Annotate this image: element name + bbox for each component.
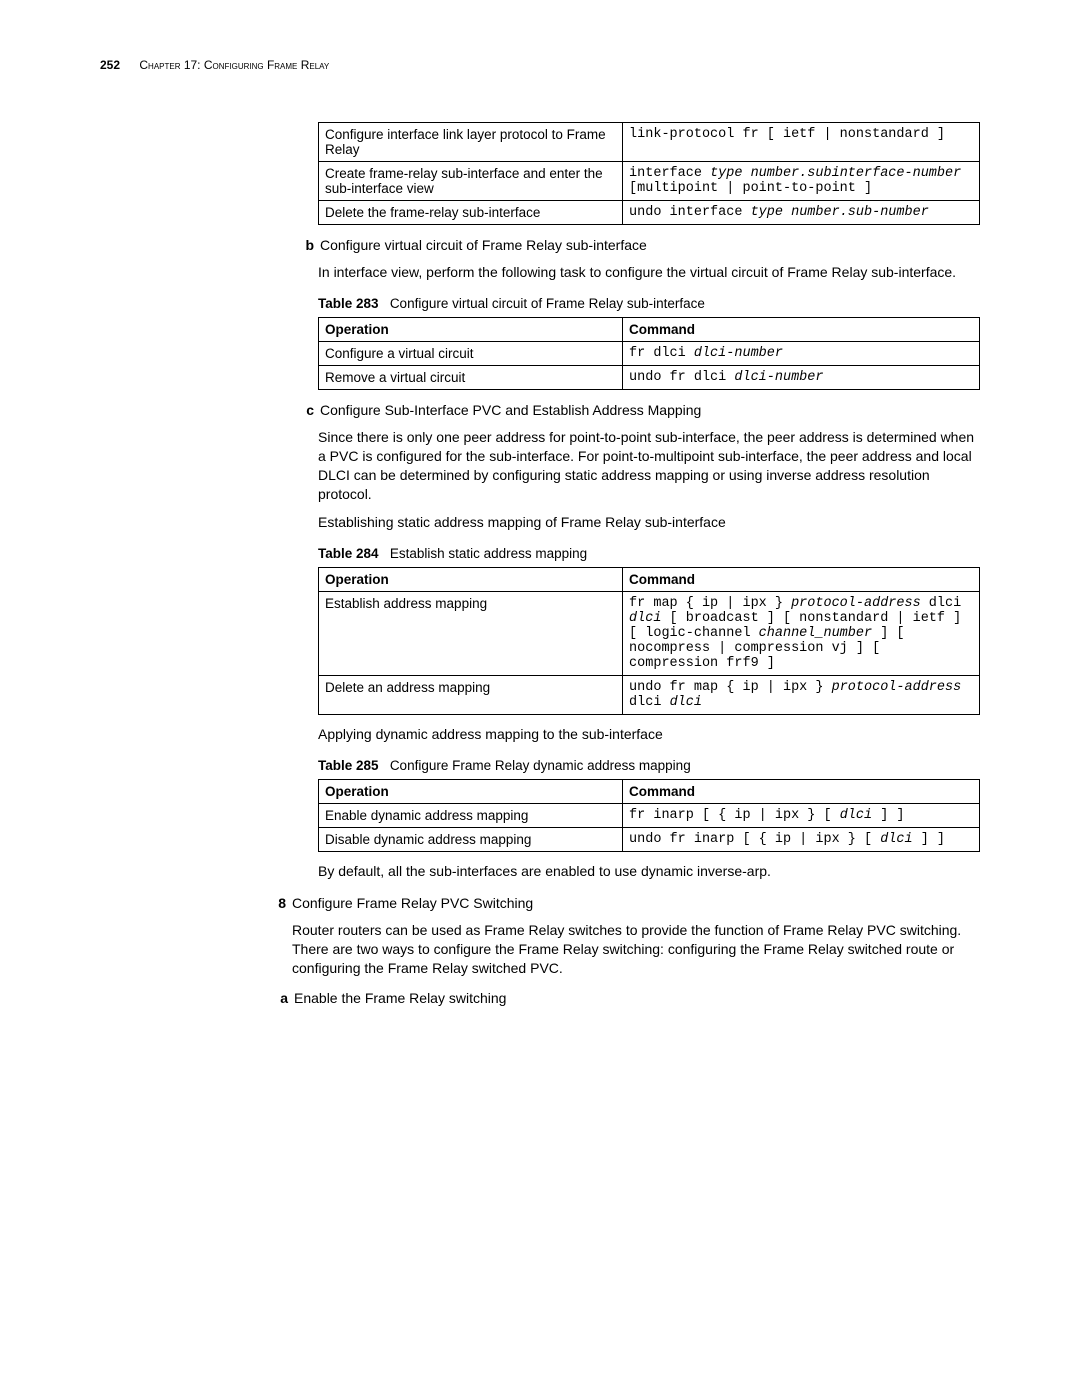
item-c-para3: Applying dynamic address mapping to the …: [318, 725, 980, 744]
item-c-heading: Configure Sub-Interface PVC and Establis…: [320, 402, 980, 418]
item-8a: a Enable the Frame Relay switching: [266, 990, 980, 1006]
list-marker-b: b: [292, 237, 320, 253]
op-cell: Establish address mapping: [319, 592, 623, 676]
cmd-cell: undo fr inarp [ { ip | ipx } [ dlci ] ]: [623, 828, 980, 852]
page-header: 252 Chapter 17: Configuring Frame Relay: [100, 58, 980, 72]
th-operation: Operation: [319, 568, 623, 592]
table-row: Delete an address mapping undo fr map { …: [319, 676, 980, 715]
item-b: b Configure virtual circuit of Frame Rel…: [292, 237, 980, 253]
table-284: Operation Command Establish address mapp…: [318, 567, 980, 715]
table-row: Configure a virtual circuit fr dlci dlci…: [319, 341, 980, 365]
table-row: Delete the frame-relay sub-interface und…: [319, 201, 980, 225]
cmd-cell: undo interface type number.sub-number: [623, 201, 980, 225]
page-number: 252: [100, 58, 120, 72]
table-row: Establish address mapping fr map { ip | …: [319, 592, 980, 676]
cmd-cell: fr inarp [ { ip | ipx } [ dlci ] ]: [623, 804, 980, 828]
item-b-heading: Configure virtual circuit of Frame Relay…: [320, 237, 980, 253]
cmd-cell: fr map { ip | ipx } protocol-address dlc…: [623, 592, 980, 676]
item-c-para1: Since there is only one peer address for…: [318, 428, 980, 504]
item-c-para4: By default, all the sub-interfaces are e…: [318, 862, 980, 881]
table-header-row: Operation Command: [319, 568, 980, 592]
chapter-title: Chapter 17: Configuring Frame Relay: [139, 58, 329, 72]
item-b-para: In interface view, perform the following…: [318, 263, 980, 282]
table-283-wrap: Operation Command Configure a virtual ci…: [318, 317, 980, 390]
item-8: 8 Configure Frame Relay PVC Switching: [264, 895, 980, 911]
cmd-cell: undo fr map { ip | ipx } protocol-addres…: [623, 676, 980, 715]
table-283: Operation Command Configure a virtual ci…: [318, 317, 980, 390]
table-header-row: Operation Command: [319, 780, 980, 804]
op-cell: Create frame-relay sub-interface and ent…: [319, 162, 623, 201]
op-cell: Delete the frame-relay sub-interface: [319, 201, 623, 225]
item-8-para: Router routers can be used as Frame Rela…: [292, 921, 980, 978]
table-284-caption: Table 284 Establish static address mappi…: [318, 546, 980, 561]
th-operation: Operation: [319, 780, 623, 804]
th-command: Command: [623, 568, 980, 592]
table-285-caption: Table 285 Configure Frame Relay dynamic …: [318, 758, 980, 773]
list-marker-c: c: [292, 402, 320, 418]
item-8a-text: Enable the Frame Relay switching: [294, 990, 980, 1006]
item-8-heading: Configure Frame Relay PVC Switching: [292, 895, 980, 911]
table-285-wrap: Operation Command Enable dynamic address…: [318, 779, 980, 852]
op-cell: Enable dynamic address mapping: [319, 804, 623, 828]
th-command: Command: [623, 780, 980, 804]
cmd-cell: fr dlci dlci-number: [623, 341, 980, 365]
table-row: Configure interface link layer protocol …: [319, 123, 980, 162]
op-cell: Configure interface link layer protocol …: [319, 123, 623, 162]
table-284-wrap: Operation Command Establish address mapp…: [318, 567, 980, 715]
table-row: Disable dynamic address mapping undo fr …: [319, 828, 980, 852]
op-cell: Configure a virtual circuit: [319, 341, 623, 365]
table-283-caption: Table 283 Configure virtual circuit of F…: [318, 296, 980, 311]
table-285: Operation Command Enable dynamic address…: [318, 779, 980, 852]
item-c: c Configure Sub-Interface PVC and Establ…: [292, 402, 980, 418]
cmd-cell: interface type number.subinterface-numbe…: [623, 162, 980, 201]
table-top-wrap: Configure interface link layer protocol …: [318, 122, 980, 225]
item-c-para2: Establishing static address mapping of F…: [318, 513, 980, 532]
table-row: Remove a virtual circuit undo fr dlci dl…: [319, 365, 980, 389]
th-operation: Operation: [319, 317, 623, 341]
th-command: Command: [623, 317, 980, 341]
table-row: Create frame-relay sub-interface and ent…: [319, 162, 980, 201]
main-content: Configure interface link layer protocol …: [292, 122, 980, 1006]
op-cell: Remove a virtual circuit: [319, 365, 623, 389]
op-cell: Disable dynamic address mapping: [319, 828, 623, 852]
cmd-cell: link-protocol fr [ ietf | nonstandard ]: [623, 123, 980, 162]
table-row: Enable dynamic address mapping fr inarp …: [319, 804, 980, 828]
page: 252 Chapter 17: Configuring Frame Relay …: [0, 0, 1080, 1086]
list-marker-8: 8: [264, 895, 292, 911]
cmd-cell: undo fr dlci dlci-number: [623, 365, 980, 389]
list-marker-a: a: [266, 990, 294, 1006]
table-header-row: Operation Command: [319, 317, 980, 341]
op-cell: Delete an address mapping: [319, 676, 623, 715]
table-top: Configure interface link layer protocol …: [318, 122, 980, 225]
